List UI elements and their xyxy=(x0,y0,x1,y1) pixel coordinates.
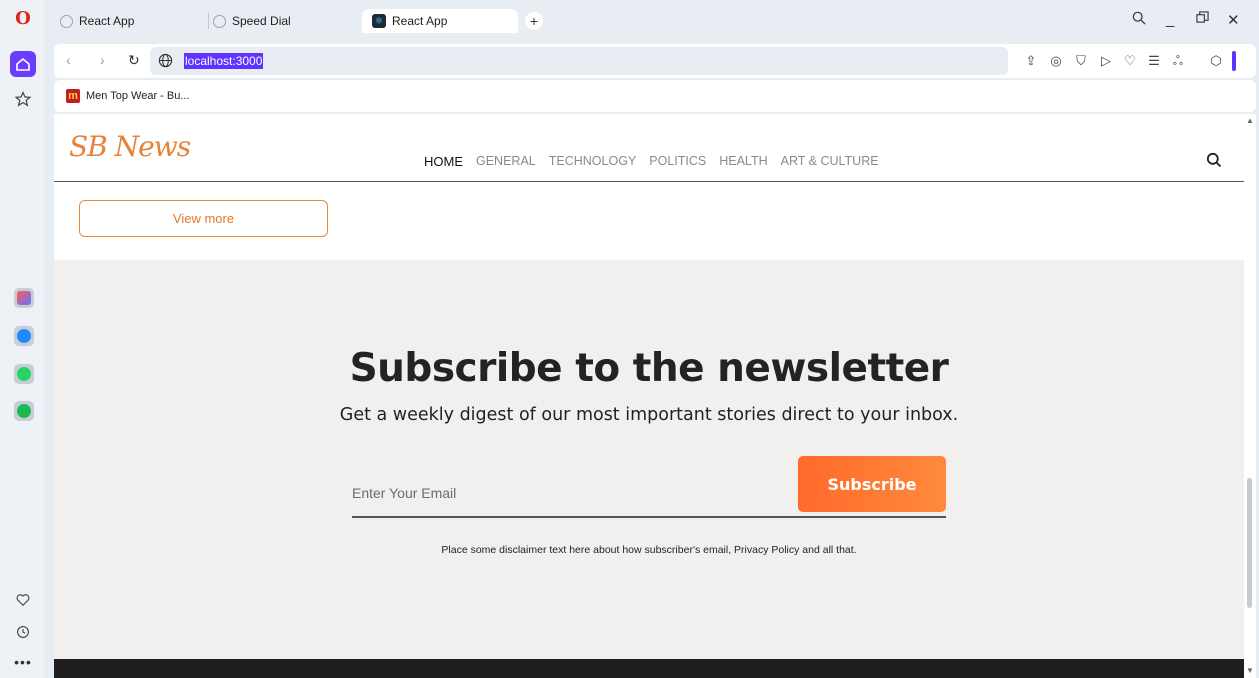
disclaimer-text: Place some disclaimer text here about ho… xyxy=(441,544,857,556)
myntra-icon: m xyxy=(66,89,80,103)
reload-icon[interactable]: ↻ xyxy=(128,52,140,69)
address-bar[interactable]: localhost:3000 xyxy=(150,47,1008,75)
loading-icon xyxy=(60,14,73,28)
adblock-shield-icon[interactable]: ⛉ xyxy=(1073,53,1089,69)
restore-icon[interactable] xyxy=(1196,11,1209,28)
bookmarks-bar: m Men Top Wear - Bu... xyxy=(54,80,1256,112)
scroll-up-icon[interactable]: ▲ xyxy=(1246,116,1254,125)
star-icon[interactable] xyxy=(13,89,33,109)
tab-label: Speed Dial xyxy=(232,14,291,28)
send-icon[interactable]: ▷ xyxy=(1098,53,1114,69)
nav-art-culture[interactable]: ART & CULTURE xyxy=(781,154,879,169)
share-icon[interactable]: ⇪ xyxy=(1023,53,1039,69)
extensions-icon[interactable]: ⬡ xyxy=(1208,53,1224,69)
tab-react-app-1[interactable]: React App xyxy=(60,10,134,32)
accent-indicator xyxy=(1232,51,1236,71)
react-icon: ⚛ xyxy=(372,14,386,28)
whatsapp-icon[interactable] xyxy=(14,364,34,384)
minimize-icon[interactable]: _ xyxy=(1166,11,1174,28)
opera-logo-icon[interactable]: O xyxy=(13,8,33,29)
profile-icon[interactable]: ஃ xyxy=(1170,53,1186,69)
nav-health[interactable]: HEALTH xyxy=(719,154,767,169)
easy-setup-icon[interactable]: ☰ xyxy=(1146,53,1162,69)
globe-icon xyxy=(158,53,173,68)
page-scrollbar[interactable]: ▲ ▼ xyxy=(1244,114,1256,678)
main-nav: HOME GENERAL TECHNOLOGY POLITICS HEALTH … xyxy=(424,154,879,169)
bookmark-men-top-wear[interactable]: m Men Top Wear - Bu... xyxy=(66,89,190,103)
newsletter-section: Subscribe to the newsletter Get a weekly… xyxy=(54,260,1244,660)
scroll-down-icon[interactable]: ▼ xyxy=(1246,666,1254,675)
newsletter-title: Subscribe to the newsletter xyxy=(349,346,949,391)
back-icon[interactable]: ‹ xyxy=(66,52,71,68)
site-header: SB News HOME GENERAL TECHNOLOGY POLITICS… xyxy=(54,114,1244,182)
bookmark-label: Men Top Wear - Bu... xyxy=(86,90,190,102)
home-icon[interactable] xyxy=(10,51,36,77)
newsletter-subtitle: Get a weekly digest of our most importan… xyxy=(339,405,959,425)
new-tab-button[interactable]: + xyxy=(525,12,543,30)
site-footer xyxy=(54,659,1244,678)
browser-sidebar: O ••• xyxy=(0,0,44,678)
search-tabs-icon[interactable] xyxy=(1132,11,1146,29)
site-logo[interactable]: SB News xyxy=(69,130,191,163)
subscribe-button[interactable]: Subscribe xyxy=(798,456,946,512)
view-more-button[interactable]: View more xyxy=(79,200,328,237)
forward-icon[interactable]: › xyxy=(100,52,105,68)
close-icon[interactable]: ✕ xyxy=(1227,11,1240,29)
more-icon[interactable]: ••• xyxy=(13,652,33,672)
tab-react-app-active[interactable]: ⚛ React App xyxy=(362,9,518,33)
nav-general[interactable]: GENERAL xyxy=(476,154,536,169)
address-toolbar: ‹ › ↻ localhost:3000 ⇪ ◎ ⛉ ▷ ♡ ☰ ஃ ⬡ xyxy=(54,44,1256,78)
nav-technology[interactable]: TECHNOLOGY xyxy=(549,154,637,169)
nav-politics[interactable]: POLITICS xyxy=(649,154,706,169)
search-icon[interactable] xyxy=(1206,152,1222,168)
spotify-icon[interactable] xyxy=(14,401,34,421)
camera-icon[interactable]: ◎ xyxy=(1048,53,1064,69)
scroll-thumb[interactable] xyxy=(1247,478,1252,608)
tab-speed-dial[interactable]: Speed Dial xyxy=(213,10,291,32)
tab-label: React App xyxy=(79,14,135,28)
tab-bar: React App Speed Dial ⚛ React App + _ ✕ xyxy=(44,0,1259,40)
heart-icon[interactable]: ♡ xyxy=(1122,53,1138,69)
tab-label: React App xyxy=(392,14,448,28)
history-icon[interactable] xyxy=(13,622,33,642)
url-text[interactable]: localhost:3000 xyxy=(184,53,264,69)
tab-divider xyxy=(208,13,209,29)
aria-app-icon[interactable] xyxy=(14,288,34,308)
loading-icon xyxy=(213,14,226,28)
messenger-icon[interactable] xyxy=(14,326,34,346)
nav-home[interactable]: HOME xyxy=(424,154,463,169)
page-viewport: SB News HOME GENERAL TECHNOLOGY POLITICS… xyxy=(54,114,1244,678)
heart-icon[interactable] xyxy=(13,590,33,610)
